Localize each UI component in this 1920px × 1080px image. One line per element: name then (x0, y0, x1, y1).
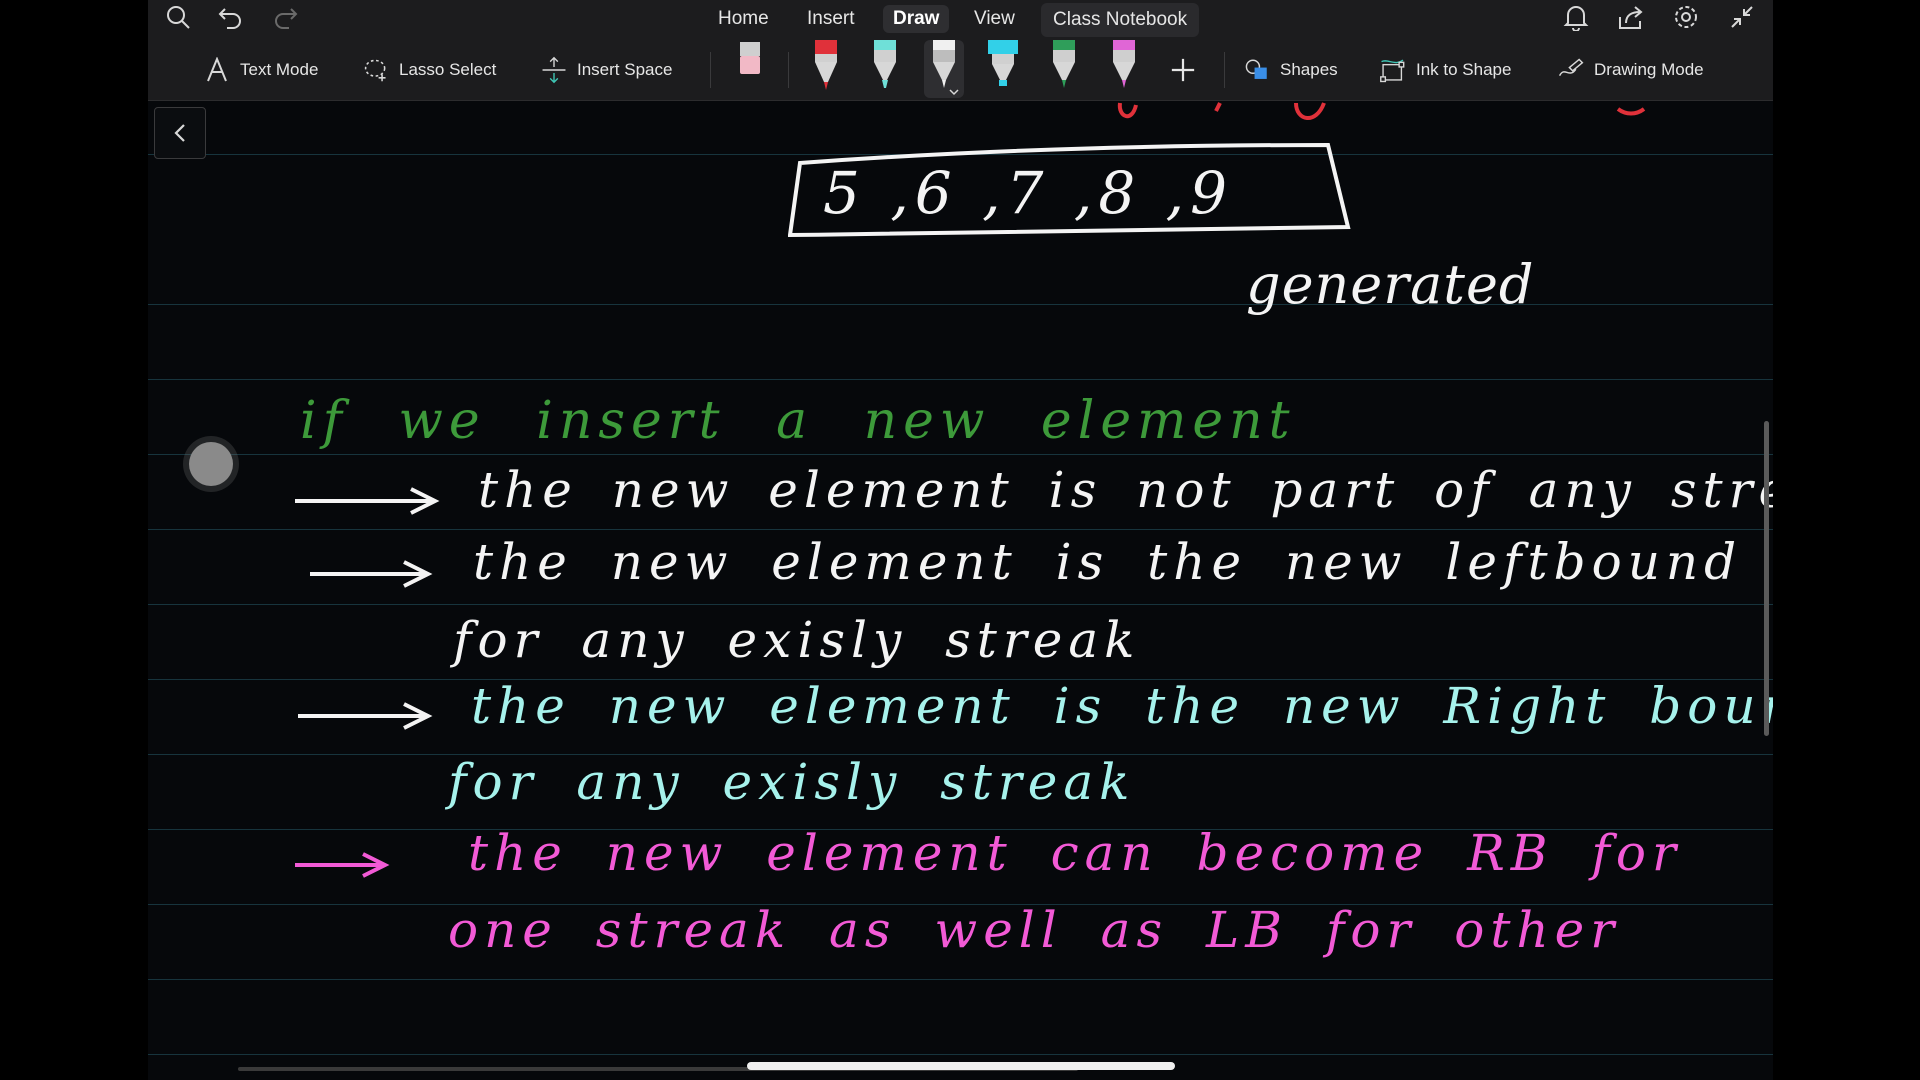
pen-white-selected[interactable] (924, 40, 964, 98)
drawing-mode-button[interactable]: Drawing Mode (1558, 40, 1704, 100)
lasso-select-label: Lasso Select (399, 60, 497, 79)
pen-pink[interactable] (1104, 40, 1144, 98)
lasso-icon (363, 55, 389, 85)
home-indicator[interactable] (747, 1062, 1175, 1070)
ruled-line (148, 379, 1773, 380)
top-menu-bar: Home Insert Draw View Class Notebook (148, 0, 1773, 40)
heading-green: if we insert a new element (300, 391, 1296, 451)
pen-red[interactable] (806, 40, 846, 98)
ink-to-shape-button[interactable]: Ink to Shape (1380, 40, 1511, 100)
tab-view[interactable]: View (974, 8, 1015, 30)
boxed-sequence: 5 ,6 ,7 ,8 ,9 (823, 159, 1233, 227)
insert-space-button[interactable]: Insert Space (541, 40, 672, 100)
toolbar-divider (1224, 52, 1225, 88)
generated-label: generated (1246, 253, 1535, 316)
ruled-line (148, 604, 1773, 605)
share-icon[interactable] (1610, 0, 1650, 34)
plus-icon (1170, 55, 1196, 85)
ruled-line (148, 454, 1773, 455)
insert-space-icon (541, 55, 567, 85)
point3-cyan-line2: for any exisly streak (448, 753, 1136, 811)
arrow-pink (295, 852, 390, 878)
add-pen-button[interactable] (1170, 40, 1196, 100)
ink-to-shape-icon (1380, 55, 1406, 85)
shapes-button[interactable]: Shapes (1244, 40, 1338, 100)
highlighter-cyan[interactable] (865, 40, 905, 98)
tab-draw[interactable]: Draw (883, 5, 950, 33)
notebook-page-canvas[interactable]: 5 ,6 ,7 ,8 ,9 generated if we insert a n… (148, 101, 1773, 1080)
drawing-mode-label: Drawing Mode (1594, 60, 1704, 79)
text-mode-button[interactable]: Text Mode (204, 40, 318, 100)
toolbar-divider (788, 52, 789, 88)
lasso-select-button[interactable]: Lasso Select (363, 40, 496, 100)
point3-cyan-line1: the new element is the new Right boundar… (471, 677, 1773, 735)
shapes-icon (1244, 55, 1270, 85)
point2-white-line2: for any exisly streak (453, 611, 1141, 669)
arrow-white-2 (310, 560, 433, 588)
highlighter-blue[interactable] (983, 40, 1023, 98)
bell-icon[interactable] (1556, 0, 1596, 34)
search-icon[interactable] (158, 0, 198, 34)
onenote-window: Home Insert Draw View Class Notebook Tex… (148, 0, 1773, 1080)
red-ink-fragment (1117, 102, 1646, 120)
notebook-name[interactable]: Class Notebook (1041, 3, 1200, 37)
point4-pink-line1: the new element can become RB for (468, 824, 1682, 882)
tab-insert[interactable]: Insert (807, 8, 855, 30)
text-mode-label: Text Mode (240, 60, 319, 79)
collapse-icon[interactable] (1722, 0, 1762, 34)
arrow-white-1 (295, 487, 440, 515)
ruled-line (148, 529, 1773, 530)
chevron-left-icon (174, 124, 185, 142)
tab-home[interactable]: Home (718, 8, 769, 30)
eraser-tool[interactable] (730, 40, 770, 98)
toolbar-divider (710, 52, 711, 88)
back-button[interactable] (154, 107, 206, 159)
point2-white-line1: the new element is the new leftbound (473, 533, 1743, 591)
point4-pink-line2: one streak as well as LB for other (448, 901, 1621, 959)
insert-space-label: Insert Space (577, 60, 673, 79)
redo-icon[interactable] (266, 0, 306, 34)
undo-icon[interactable] (210, 0, 250, 34)
point1-white: the new element is not part of any strea… (478, 461, 1773, 519)
shapes-label: Shapes (1280, 60, 1338, 79)
ink-to-shape-label: Ink to Shape (1416, 60, 1512, 79)
ruled-line (148, 979, 1773, 980)
floating-assistive-touch[interactable] (183, 436, 239, 492)
gear-icon[interactable] (1666, 0, 1706, 34)
vertical-scrollbar[interactable] (1764, 421, 1769, 736)
draw-toolbar: Text Mode Lasso Select Insert Space Shap… (148, 40, 1773, 101)
arrow-white-3 (298, 702, 433, 730)
drawing-mode-icon (1558, 55, 1584, 85)
text-mode-icon (204, 55, 230, 85)
pen-green[interactable] (1044, 40, 1084, 98)
ruled-line (148, 1054, 1773, 1055)
